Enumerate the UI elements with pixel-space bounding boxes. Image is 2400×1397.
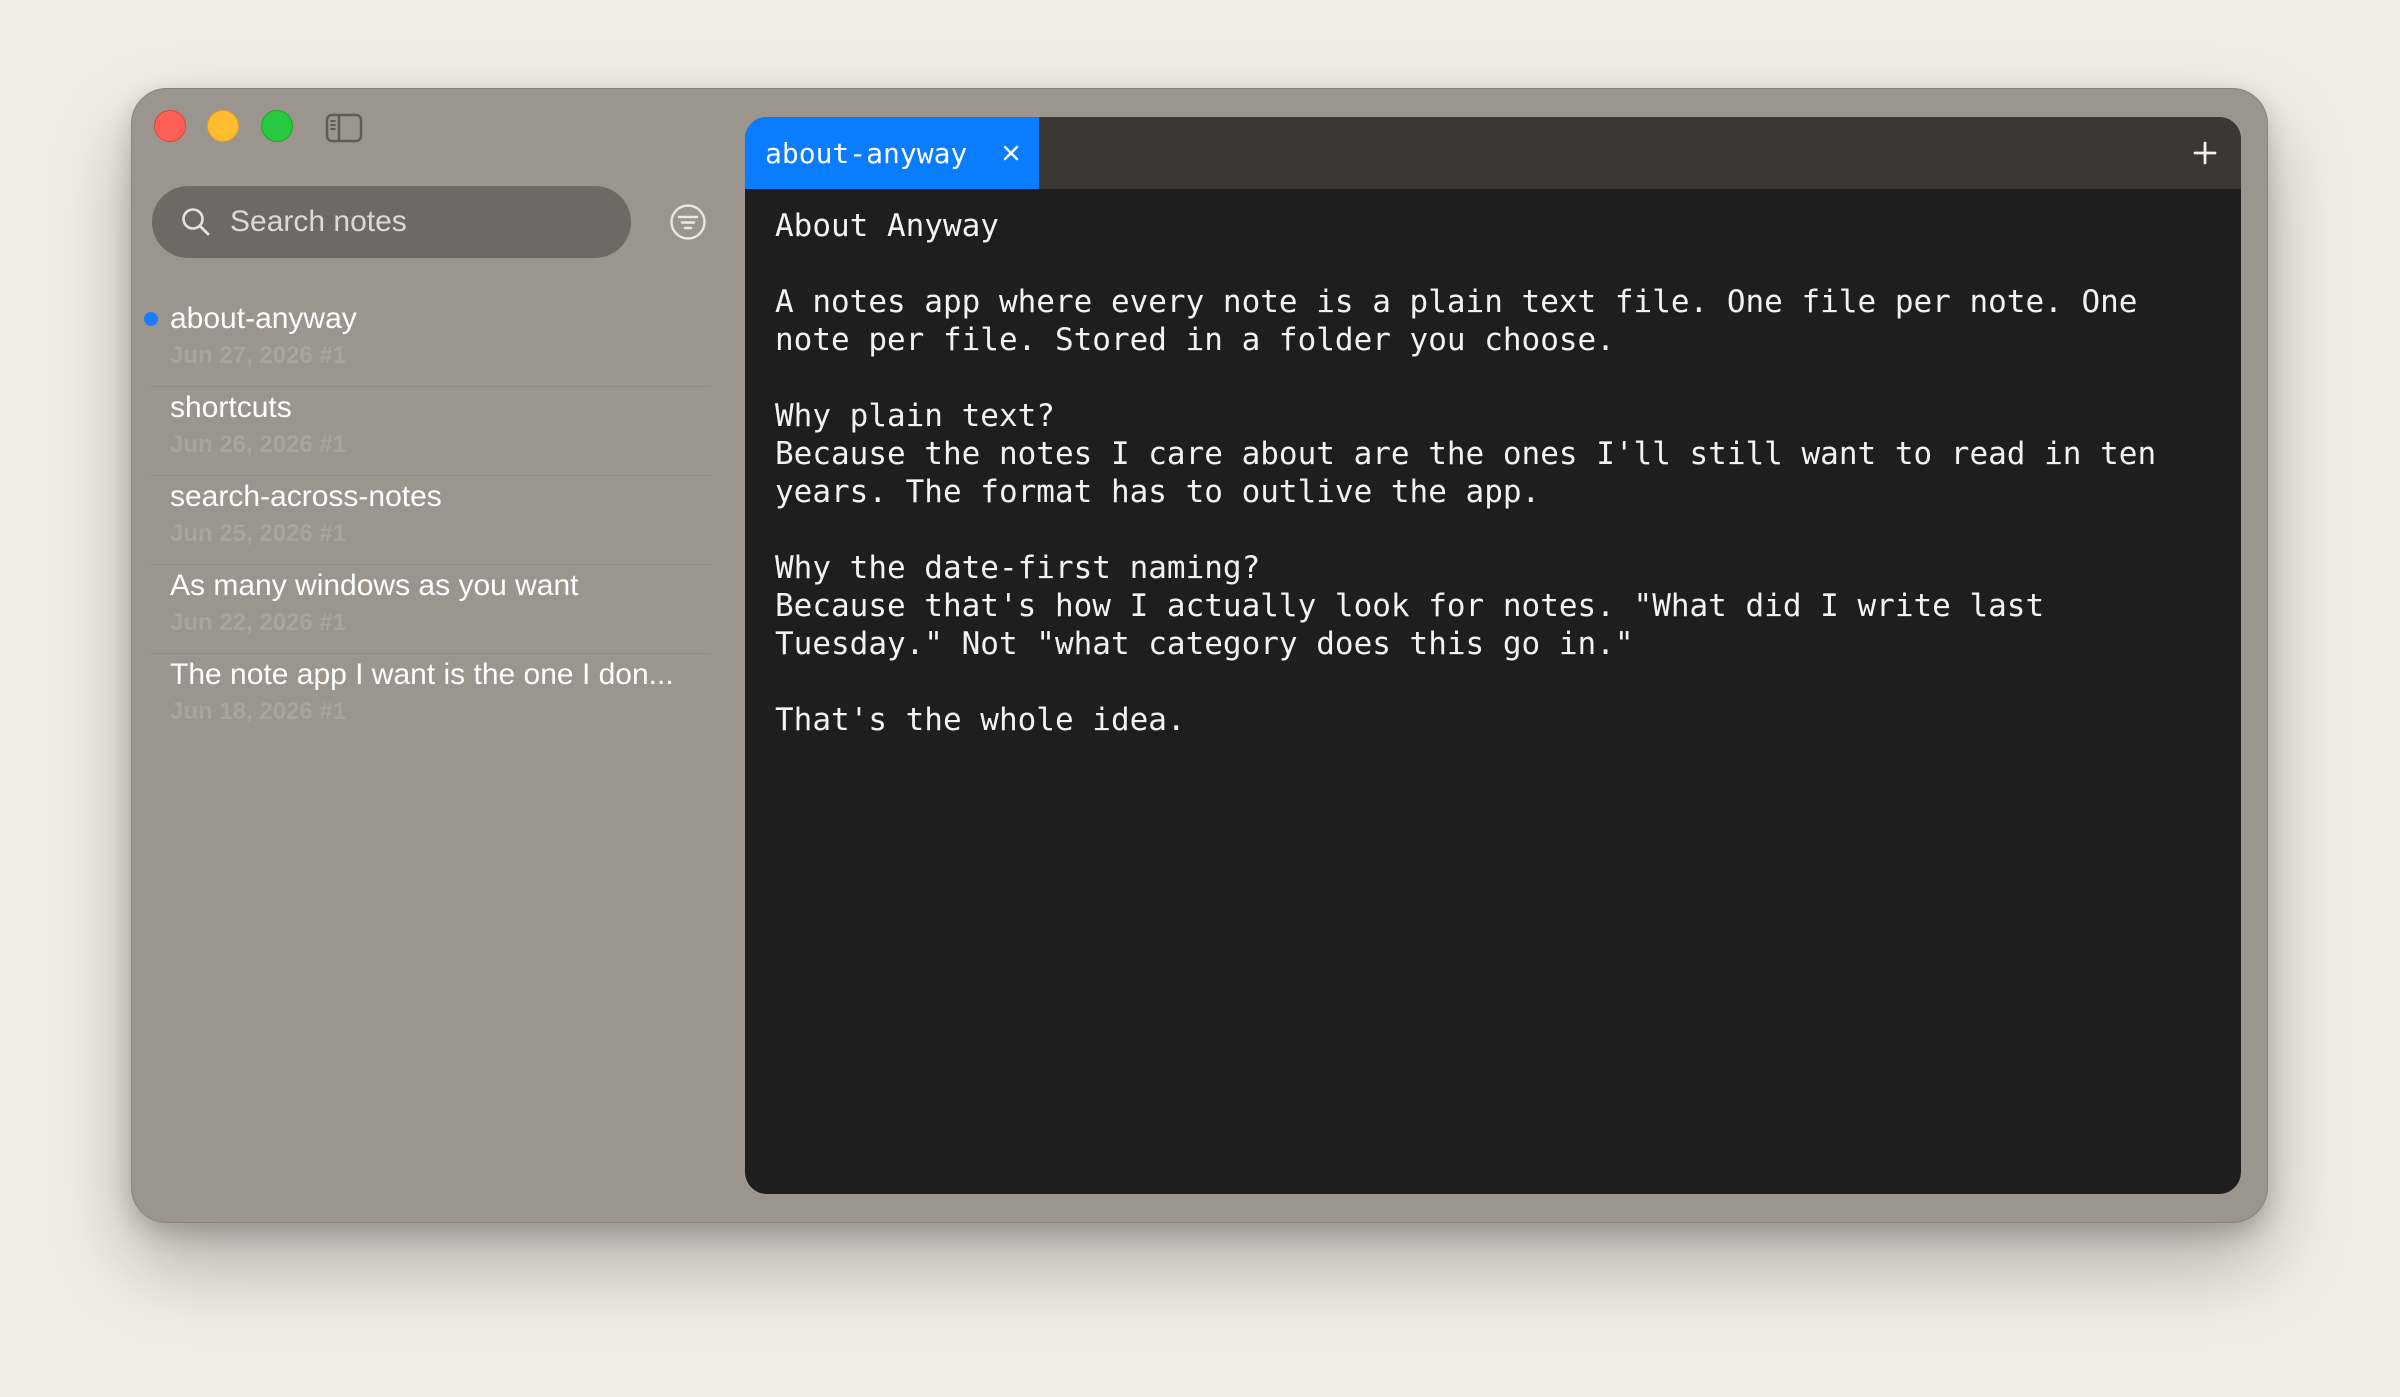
note-title: search-across-notes [170,480,442,513]
note-text-line: About Anyway [775,208,999,244]
minimize-window-icon[interactable] [207,110,239,142]
tab-label: about-anyway [765,136,968,170]
note-text-line: Why the date-first naming? [775,550,1261,586]
plus-icon[interactable] [2189,137,2221,169]
note-text-line: Because that's how I actually look for n… [775,588,2045,624]
tab-about-anyway[interactable]: about-anyway [745,117,1039,189]
note-text-line: Tuesday." Not "what category does this g… [775,626,1634,662]
note-text-line: note per file. Stored in a folder you ch… [775,322,1615,358]
note-title: shortcuts [170,391,292,424]
note-date: Jun 26, 2026 #1 [170,431,347,458]
close-window-icon[interactable] [154,110,186,142]
zoom-window-icon[interactable] [261,110,293,142]
sidebar-toggle-icon[interactable] [325,113,363,143]
search-field[interactable] [152,186,631,258]
note-text-line: Why plain text? [775,398,1055,434]
note-list: about-anyway Jun 27, 2026 #1 shortcuts J… [144,298,710,743]
filter-icon[interactable] [669,203,707,241]
note-date: Jun 22, 2026 #1 [170,609,347,636]
note-date: Jun 25, 2026 #1 [170,520,347,547]
note-date: Jun 18, 2026 #1 [170,698,347,725]
note-date: Jun 27, 2026 #1 [170,342,347,369]
note-list-item[interactable]: search-across-notes Jun 25, 2026 #1 [150,476,710,565]
note-list-item[interactable]: As many windows as you want Jun 22, 2026… [150,565,710,654]
note-text-line: A notes app where every note is a plain … [775,284,2138,320]
tab-bar: about-anyway [745,117,2241,189]
note-title: about-anyway [170,302,357,335]
note-list-item[interactable]: The note app I want is the one I don... … [150,654,710,743]
note-text-line: years. The format has to outlive the app… [775,474,1541,510]
note-text-area[interactable]: About Anyway A notes app where every not… [775,207,2215,739]
note-text-line: Because the notes I care about are the o… [775,436,2157,472]
note-list-item[interactable]: shortcuts Jun 26, 2026 #1 [150,387,710,476]
note-title: The note app I want is the one I don... [170,658,674,691]
editor-pane: about-anyway About Anyway A notes app wh… [745,117,2241,1194]
note-text-line: That's the whole idea. [775,702,1186,738]
close-icon[interactable] [997,139,1025,167]
note-title: As many windows as you want [170,569,579,602]
note-list-item[interactable]: about-anyway Jun 27, 2026 #1 [144,298,710,387]
active-note-dot [144,312,158,326]
search-input[interactable] [230,205,590,239]
search-icon [182,208,210,236]
